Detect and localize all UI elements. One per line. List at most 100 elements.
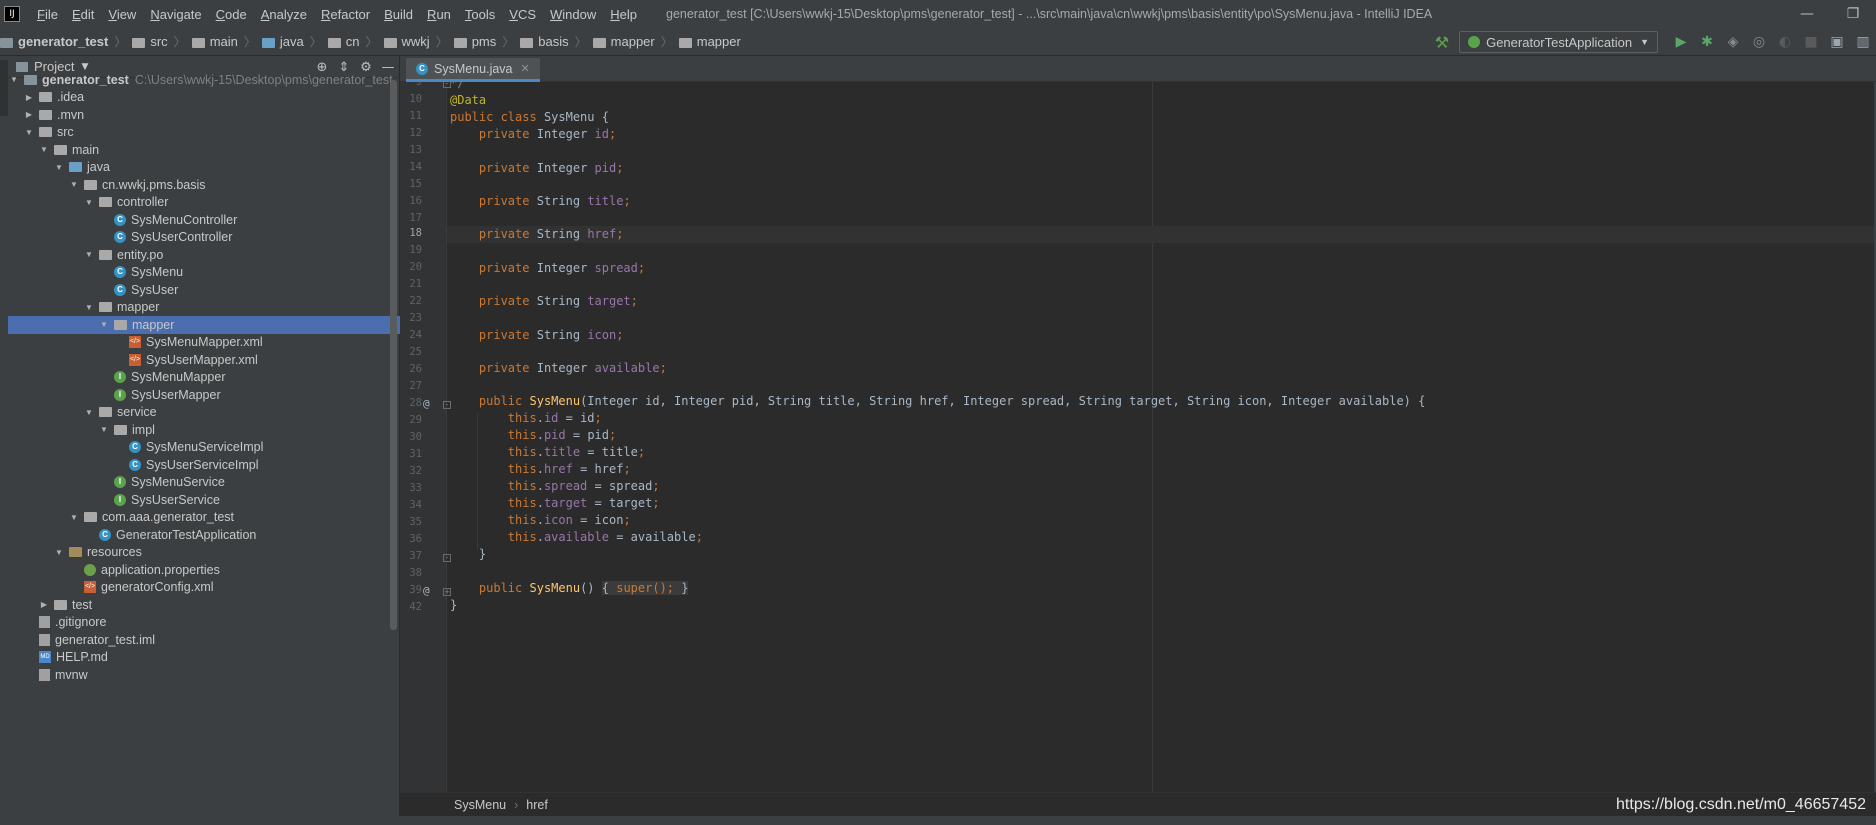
profile-icon[interactable]: ◎	[1748, 31, 1770, 53]
menu-window[interactable]: Window	[543, 7, 603, 22]
menu-refactor[interactable]: Refactor	[314, 7, 377, 22]
menu-file[interactable]: File	[30, 7, 65, 22]
tree-item[interactable]: </> SysMenuMapper.xml	[8, 334, 400, 352]
tree-item[interactable]: </> SysUserMapper.xml	[8, 351, 400, 369]
expanded-arrow-icon[interactable]: ▼	[68, 180, 80, 189]
collapsed-arrow-icon[interactable]: ▶	[23, 93, 35, 102]
collapsed-arrow-icon[interactable]: ▶	[38, 600, 50, 609]
tree-item[interactable]: ▼ java	[8, 159, 400, 177]
attach-icon[interactable]: ◐	[1774, 31, 1796, 53]
expanded-arrow-icon[interactable]: ▼	[98, 320, 110, 329]
menu-help[interactable]: Help	[603, 7, 644, 22]
tree-item[interactable]: application.properties	[8, 561, 400, 579]
breadcrumb-mapper[interactable]: mapper	[592, 34, 655, 49]
expanded-arrow-icon[interactable]: ▼	[8, 75, 20, 84]
tree-item[interactable]: .gitignore	[8, 614, 400, 632]
build-hammer-icon[interactable]: ⚒	[1435, 33, 1449, 52]
breadcrumb-label: java	[279, 34, 304, 49]
tree-item[interactable]: ▼ service	[8, 404, 400, 422]
breadcrumb-java[interactable]: java	[261, 34, 304, 49]
tree-item[interactable]: C SysUserServiceImpl	[8, 456, 400, 474]
expanded-arrow-icon[interactable]: ▼	[83, 303, 95, 312]
project-structure-icon[interactable]: ▣	[1826, 31, 1848, 53]
tree-item[interactable]: ▼ mapper	[8, 299, 400, 317]
run-configuration-select[interactable]: GeneratorTestApplication ▼	[1459, 31, 1658, 53]
tree-item[interactable]: ▶ .mvn	[8, 106, 400, 124]
menu-vcs[interactable]: VCS	[502, 7, 543, 22]
menu-navigate[interactable]: Navigate	[143, 7, 208, 22]
breadcrumb-mapper-sub[interactable]: mapper	[678, 34, 741, 49]
menu-code[interactable]: Code	[209, 7, 254, 22]
expanded-arrow-icon[interactable]: ▼	[83, 250, 95, 259]
menu-tools[interactable]: Tools	[458, 7, 502, 22]
expanded-arrow-icon[interactable]: ▼	[38, 145, 50, 154]
tree-item[interactable]: ▼ entity.po	[8, 246, 400, 264]
expanded-arrow-icon[interactable]: ▼	[23, 128, 35, 137]
tree-item[interactable]: ▼ cn.wwkj.pms.basis	[8, 176, 400, 194]
tree-item[interactable]: ▼ com.aaa.generator_test	[8, 509, 400, 527]
menu-view[interactable]: View	[101, 7, 143, 22]
debug-icon[interactable]: ✱	[1696, 31, 1718, 53]
minimize-icon[interactable]: —	[1784, 0, 1830, 28]
code-editor[interactable]: 9 10 11 12 13 14 15 16 17 18 19 20 21 22…	[400, 82, 1876, 792]
tree-item[interactable]: MD HELP.md	[8, 649, 400, 667]
expanded-arrow-icon[interactable]: ▼	[83, 198, 95, 207]
restore-icon[interactable]: ❐	[1830, 0, 1876, 28]
chevron-down-icon[interactable]: ▼	[81, 62, 88, 72]
tree-item[interactable]: mvnw	[8, 666, 400, 684]
expanded-arrow-icon[interactable]: ▼	[83, 408, 95, 417]
tree-item[interactable]: C SysMenu	[8, 264, 400, 282]
search-everywhere-icon[interactable]: ▥	[1852, 31, 1874, 53]
breadcrumb-label: generator_test	[18, 34, 109, 49]
tree-item[interactable]: ▼ controller	[8, 194, 400, 212]
tree-item[interactable]: ▶ test	[8, 596, 400, 614]
tree-item[interactable]: I SysMenuMapper	[8, 369, 400, 387]
tree-item[interactable]: C SysUser	[8, 281, 400, 299]
tree-item[interactable]: ▼ src	[8, 124, 400, 142]
tree-item[interactable]: I SysUserService	[8, 491, 400, 509]
tree-item-selected[interactable]: ▼ mapper	[8, 316, 400, 334]
tree-item[interactable]: ▼ resources	[8, 544, 400, 562]
expanded-arrow-icon[interactable]: ▼	[53, 163, 65, 172]
expanded-arrow-icon[interactable]: ▼	[98, 425, 110, 434]
tree-item[interactable]: ▼ impl	[8, 421, 400, 439]
breadcrumb-class[interactable]: SysMenu	[454, 798, 506, 812]
coverage-icon[interactable]: ◈	[1722, 31, 1744, 53]
override-marker-icon[interactable]: @	[423, 397, 430, 410]
breadcrumb-basis[interactable]: basis	[520, 34, 569, 49]
tree-item[interactable]: generator_test.iml	[8, 631, 400, 649]
menu-build[interactable]: Build	[377, 7, 420, 22]
line-number: 22	[409, 295, 422, 307]
tree-item[interactable]: ▼ main	[8, 141, 400, 159]
tree-item[interactable]: ▶ .idea	[8, 89, 400, 107]
tab-sysmenu-java[interactable]: C SysMenu.java ✕	[406, 58, 540, 82]
tree-item[interactable]: C SysMenuController	[8, 211, 400, 229]
project-tool-tab[interactable]	[0, 60, 8, 116]
breadcrumb-cn[interactable]: cn	[327, 34, 360, 49]
breadcrumb-main[interactable]: main	[191, 34, 238, 49]
tree-item[interactable]: C GeneratorTestApplication	[8, 526, 400, 544]
tree-item[interactable]: </> generatorConfig.xml	[8, 579, 400, 597]
run-icon[interactable]: ▶	[1670, 31, 1692, 53]
breadcrumb-src[interactable]: src	[132, 34, 168, 49]
breadcrumb-wwkj[interactable]: wwkj	[383, 34, 430, 49]
expanded-arrow-icon[interactable]: ▼	[53, 548, 65, 557]
expanded-arrow-icon[interactable]: ▼	[68, 513, 80, 522]
tree-item[interactable]: C SysUserController	[8, 229, 400, 247]
override-marker-icon[interactable]: @	[423, 584, 430, 597]
menu-run[interactable]: Run	[420, 7, 458, 22]
interface-icon: I	[114, 371, 126, 384]
breadcrumb-field[interactable]: href	[526, 798, 548, 812]
menu-analyze[interactable]: Analyze	[254, 7, 314, 22]
tree-item[interactable]: I SysUserMapper	[8, 386, 400, 404]
tree-item[interactable]: ▼ generator_test C:\Users\wwkj-15\Desktop\…	[8, 71, 400, 89]
menu-edit[interactable]: Edit	[65, 7, 101, 22]
close-icon[interactable]: ✕	[521, 62, 530, 75]
breadcrumb-project[interactable]: generator_test	[0, 34, 108, 49]
stop-icon[interactable]: ■	[1800, 31, 1822, 53]
breadcrumb-pms[interactable]: pms	[453, 34, 496, 49]
tree-item[interactable]: C SysMenuServiceImpl	[8, 439, 400, 457]
project-scrollbar[interactable]	[390, 80, 397, 630]
tree-item[interactable]: I SysMenuService	[8, 474, 400, 492]
collapsed-arrow-icon[interactable]: ▶	[23, 110, 35, 119]
